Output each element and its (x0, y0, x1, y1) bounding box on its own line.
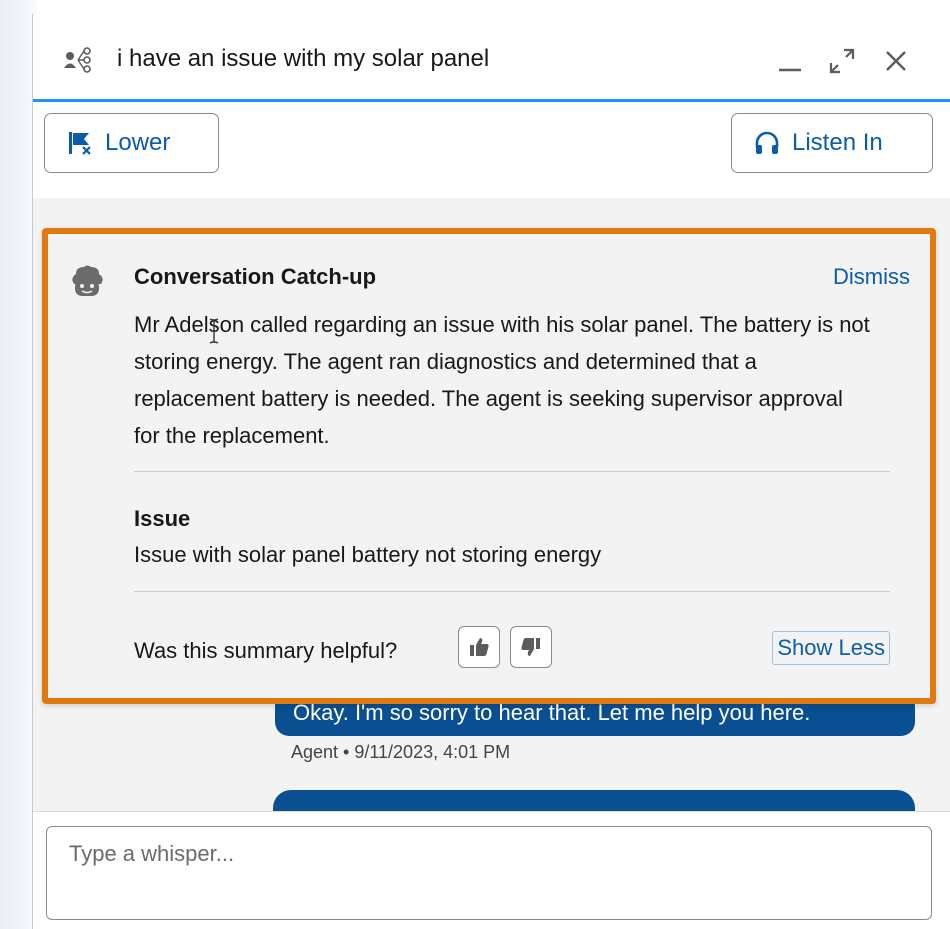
action-toolbar: Lower Listen In (33, 102, 950, 198)
conversation-title: i have an issue with my solar panel (117, 45, 490, 72)
catchup-summary: Mr Adelson called regarding an issue wit… (134, 312, 870, 448)
lower-button-label: Lower (105, 129, 171, 156)
expand-icon[interactable] (825, 44, 859, 78)
einstein-bot-icon (72, 265, 103, 296)
panel-header: i have an issue with my solar panel (33, 14, 950, 102)
conversation-catchup-card: Conversation Catch-up Dismiss Mr Adelson… (42, 228, 936, 704)
composer-area (33, 811, 950, 929)
catchup-title: Conversation Catch-up (134, 264, 377, 289)
issue-label: Issue (134, 506, 191, 531)
show-less-link[interactable]: Show Less (772, 631, 890, 665)
minimize-icon[interactable] (773, 44, 807, 78)
thumbs-up-icon (470, 638, 489, 656)
section-divider (134, 591, 890, 592)
headphones-icon (755, 131, 779, 154)
whisper-input[interactable] (46, 826, 932, 920)
flag-x-icon (69, 132, 91, 155)
thread-icon (64, 47, 91, 73)
helpful-prompt: Was this summary helpful? (134, 638, 398, 663)
message-meta: Agent • 9/11/2023, 4:01 PM (291, 742, 511, 762)
thumbs-down-button[interactable] (510, 626, 552, 668)
dismiss-link[interactable]: Dismiss (833, 264, 910, 290)
listen-in-button-label: Listen In (792, 129, 883, 156)
listen-in-button[interactable]: Listen In (731, 113, 933, 173)
thumbs-down-icon (521, 638, 540, 656)
text-cursor-icon (209, 318, 219, 344)
thumbs-up-button[interactable] (458, 626, 500, 668)
issue-value: Issue with solar panel battery not stori… (134, 542, 602, 567)
section-divider (134, 471, 890, 472)
lower-button[interactable]: Lower (44, 113, 219, 173)
close-icon[interactable] (879, 44, 913, 78)
